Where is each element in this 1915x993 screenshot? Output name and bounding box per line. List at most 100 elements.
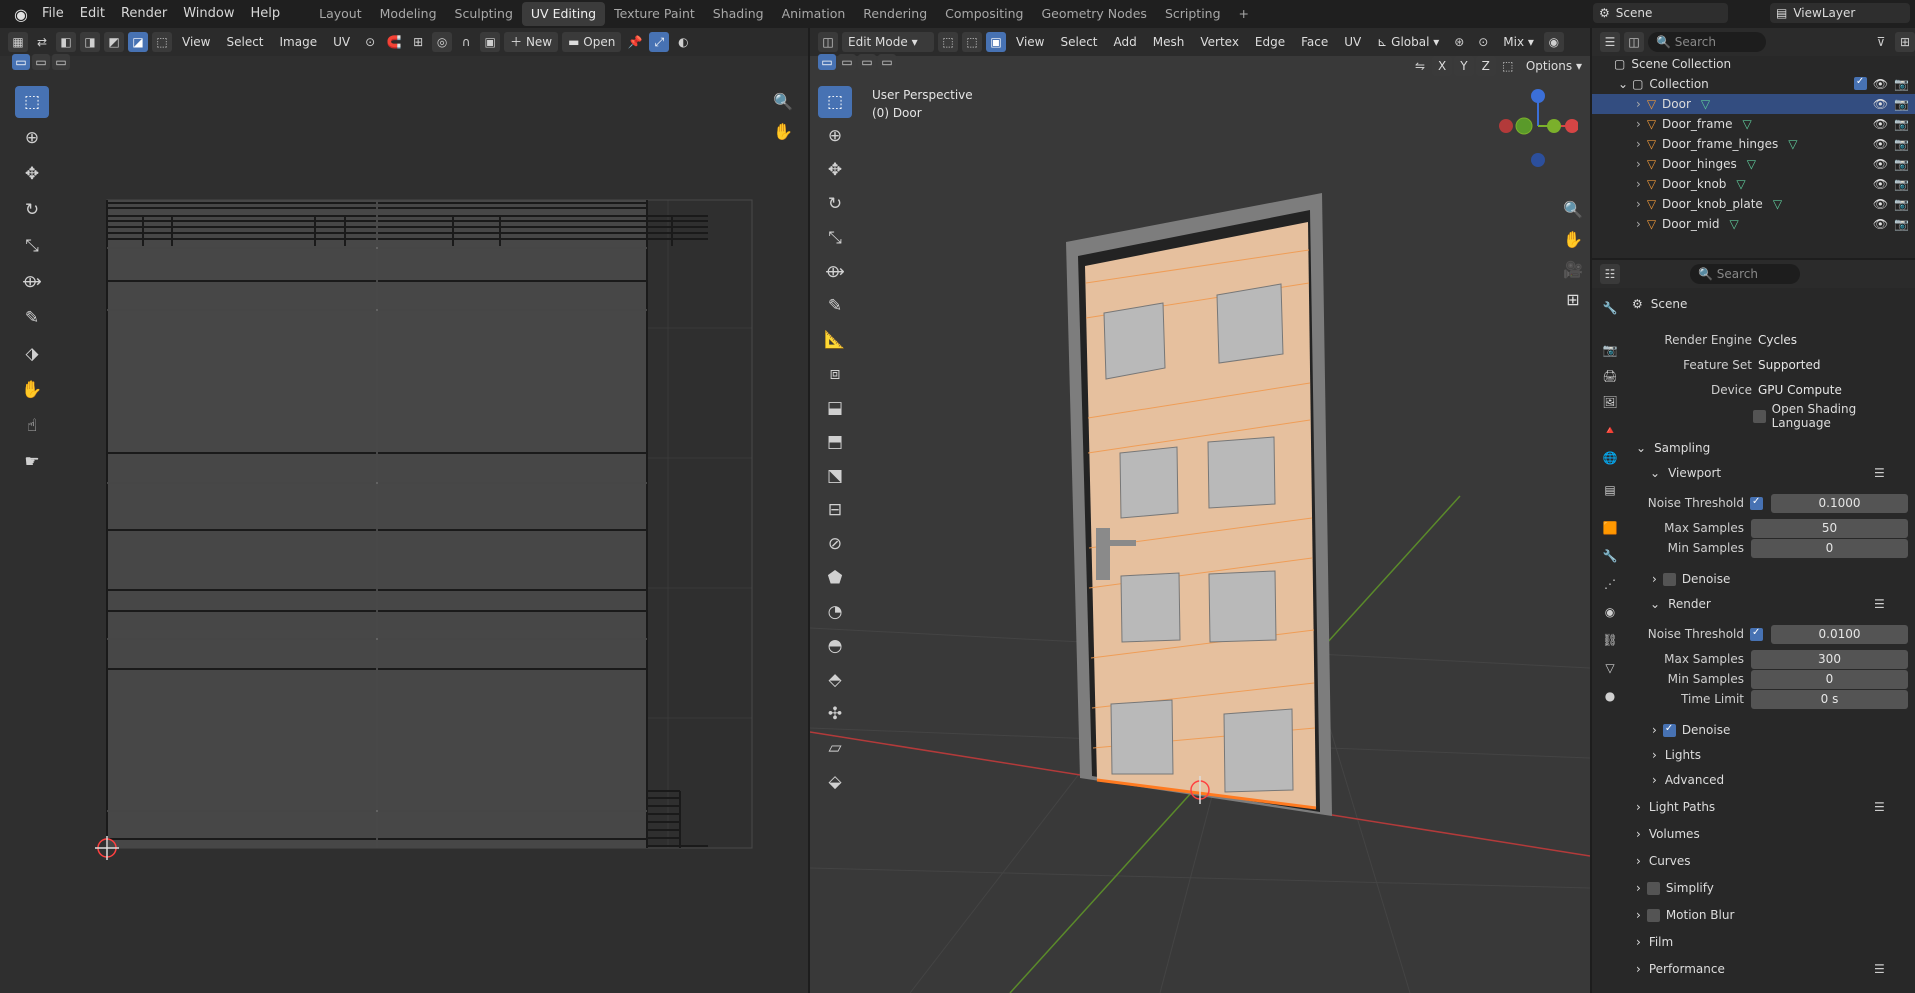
add-cube-tool-icon[interactable]: ⧈ — [818, 358, 852, 390]
ortho-toggle-icon[interactable]: ⊞ — [1560, 286, 1586, 312]
film-panel-header[interactable]: › Film — [1636, 931, 1673, 953]
object-tab-icon[interactable]: 🟧 — [1600, 518, 1620, 538]
viewport-presets-icon[interactable]: ☰ — [1874, 466, 1885, 480]
tab-modeling[interactable]: Modeling — [371, 2, 446, 26]
mesh-data-icon[interactable]: ▽ — [1743, 117, 1752, 131]
constraints-tab-icon[interactable]: ⛓ — [1600, 630, 1620, 650]
tab-animation[interactable]: Animation — [773, 2, 855, 26]
collection-row[interactable]: ⌄ ▢ Collection 👁 📷 — [1592, 74, 1915, 94]
osl-row[interactable]: Open Shading Language — [1753, 402, 1915, 430]
expand-object-icon[interactable]: › — [1636, 97, 1641, 111]
loop-cut-tool-icon[interactable]: ⊟ — [818, 494, 852, 526]
object-render-icon[interactable]: 📷 — [1894, 117, 1909, 131]
object-visibility-icon[interactable]: 👁 — [1873, 177, 1888, 191]
object-visibility-icon[interactable]: 👁 — [1873, 217, 1888, 231]
vp-scale-tool-icon[interactable]: ⤡ — [818, 222, 852, 254]
vp-denoise-checkbox[interactable] — [1662, 572, 1676, 586]
scene-selector[interactable]: ⚙ Scene — [1593, 3, 1728, 23]
vp-max-samples-field[interactable]: 50 — [1751, 519, 1908, 538]
menu-help[interactable]: Help — [243, 0, 289, 28]
tab-layout[interactable]: Layout — [310, 2, 371, 26]
add-workspace-button[interactable]: + — [1230, 2, 1258, 26]
vp-select-tool-icon[interactable]: ⬚ — [818, 86, 852, 118]
vp-measure-tool-icon[interactable]: 📐 — [818, 324, 852, 356]
object-visibility-icon[interactable]: 👁 — [1873, 97, 1888, 111]
vp-pan-icon[interactable]: ✋ — [1560, 226, 1586, 252]
outliner-object-row[interactable]: › ▽ Door_mid ▽ 👁 📷 — [1592, 214, 1915, 234]
render-tab-icon[interactable]: 📷 — [1600, 340, 1620, 360]
modifier-tab-icon[interactable]: 🔧 — [1600, 546, 1620, 566]
expand-collection-icon[interactable]: ⌄ — [1618, 77, 1628, 91]
outliner-object-row[interactable]: › ▽ Door_knob_plate ▽ 👁 📷 — [1592, 194, 1915, 214]
tab-compositing[interactable]: Compositing — [936, 2, 1032, 26]
tab-uv-editing[interactable]: UV Editing — [521, 2, 606, 26]
tab-texture-paint[interactable]: Texture Paint — [605, 2, 704, 26]
mesh-data-icon[interactable]: ▽ — [1747, 157, 1756, 171]
material-tab-icon[interactable]: ● — [1600, 686, 1620, 706]
tab-rendering[interactable]: Rendering — [854, 2, 936, 26]
object-render-icon[interactable]: 📷 — [1894, 197, 1909, 211]
bevel-tool-icon[interactable]: ⬔ — [818, 460, 852, 492]
properties-editor-icon[interactable]: ☷ — [1600, 264, 1620, 284]
smooth-tool-icon[interactable]: ◓ — [818, 630, 852, 662]
properties-search[interactable]: 🔍 Search — [1690, 264, 1800, 284]
render-engine-dropdown[interactable]: Cycles — [1753, 331, 1915, 350]
shear-tool-icon[interactable]: ▱ — [818, 732, 852, 764]
new-collection-icon[interactable]: ⊞ — [1895, 32, 1915, 52]
object-visibility-icon[interactable]: 👁 — [1873, 157, 1888, 171]
render-presets-icon[interactable]: ☰ — [1874, 597, 1885, 611]
scene-tab-icon[interactable]: 🔺 — [1600, 420, 1620, 440]
outliner-search[interactable]: 🔍 Search — [1648, 32, 1766, 52]
object-render-icon[interactable]: 📷 — [1894, 97, 1909, 111]
vp-cursor-tool-icon[interactable]: ⊕ — [818, 120, 852, 152]
3d-viewport[interactable]: ◫ Edit Mode ▾ ⬚ ⬚ ▣ View Select Add Mesh… — [810, 28, 1590, 993]
r-noise-threshold-field[interactable]: 0.0100 — [1771, 625, 1908, 644]
light-paths-presets-icon[interactable]: ☰ — [1874, 800, 1885, 814]
view-layer-tab-icon[interactable]: 🖼 — [1600, 392, 1620, 412]
vp-noise-threshold-checkbox[interactable] — [1750, 496, 1763, 510]
expand-object-icon[interactable]: › — [1636, 177, 1641, 191]
object-render-icon[interactable]: 📷 — [1894, 217, 1909, 231]
menu-render[interactable]: Render — [113, 0, 175, 28]
vp-transform-tool-icon[interactable]: ⟴ — [818, 256, 852, 288]
viewport-canvas[interactable] — [810, 28, 1590, 993]
uv-canvas[interactable] — [0, 28, 808, 993]
outliner-object-row[interactable]: › ▽ Door_hinges ▽ 👁 📷 — [1592, 154, 1915, 174]
mesh-data-icon[interactable]: ▽ — [1730, 217, 1739, 231]
tab-geometry-nodes[interactable]: Geometry Nodes — [1033, 2, 1156, 26]
r-min-samples-field[interactable]: 0 — [1751, 670, 1908, 689]
knife-tool-icon[interactable]: ⊘ — [818, 528, 852, 560]
simplify-panel-header[interactable]: › Simplify — [1636, 877, 1714, 899]
vp-rotate-tool-icon[interactable]: ↻ — [818, 188, 852, 220]
outliner-object-row[interactable]: › ▽ Door_knob ▽ 👁 📷 — [1592, 174, 1915, 194]
motion-blur-checkbox[interactable] — [1646, 908, 1660, 922]
outliner-editor-icon[interactable]: ☰ — [1600, 32, 1620, 52]
world-tab-icon[interactable]: 🌐 — [1600, 448, 1620, 468]
vp-noise-threshold-field[interactable]: 0.1000 — [1771, 494, 1908, 513]
advanced-subpanel-header[interactable]: › Advanced — [1652, 769, 1724, 791]
viewport-subpanel-header[interactable]: ⌄ Viewport — [1650, 462, 1721, 484]
sampling-panel-header[interactable]: ⌄ Sampling — [1636, 437, 1710, 459]
expand-object-icon[interactable]: › — [1636, 197, 1641, 211]
outliner-object-row[interactable]: › ▽ Door ▽ 👁 📷 — [1592, 94, 1915, 114]
particles-tab-icon[interactable]: ⋰ — [1600, 574, 1620, 594]
motion-blur-panel-header[interactable]: › Motion Blur — [1636, 904, 1734, 926]
expand-object-icon[interactable]: › — [1636, 217, 1641, 231]
spin-tool-icon[interactable]: ◔ — [818, 596, 852, 628]
mesh-data-icon[interactable]: ▽ — [1773, 197, 1782, 211]
expand-object-icon[interactable]: › — [1636, 117, 1641, 131]
display-mode-icon[interactable]: ◫ — [1624, 32, 1644, 52]
physics-tab-icon[interactable]: ◉ — [1600, 602, 1620, 622]
blender-logo-icon[interactable]: ◉ — [8, 0, 34, 28]
performance-presets-icon[interactable]: ☰ — [1874, 962, 1885, 976]
vp-move-tool-icon[interactable]: ✥ — [818, 154, 852, 186]
uv-editor[interactable]: ▦ ⇄ ◧ ◨ ◩ ◪ ⬚ View Select Image UV ⊙ 🧲 ⊞… — [0, 28, 808, 993]
curves-panel-header[interactable]: › Curves — [1636, 850, 1690, 872]
vp-min-samples-field[interactable]: 0 — [1751, 539, 1908, 558]
r-denoise-header[interactable]: › Denoise — [1652, 719, 1730, 741]
mesh-data-icon[interactable]: ▽ — [1701, 97, 1710, 111]
shrink-fatten-tool-icon[interactable]: ✣ — [818, 698, 852, 730]
edge-slide-tool-icon[interactable]: ⬘ — [818, 664, 852, 696]
filter-icon[interactable]: ⊽ — [1871, 32, 1891, 52]
tool-tab-icon[interactable]: 🔧 — [1600, 298, 1620, 318]
